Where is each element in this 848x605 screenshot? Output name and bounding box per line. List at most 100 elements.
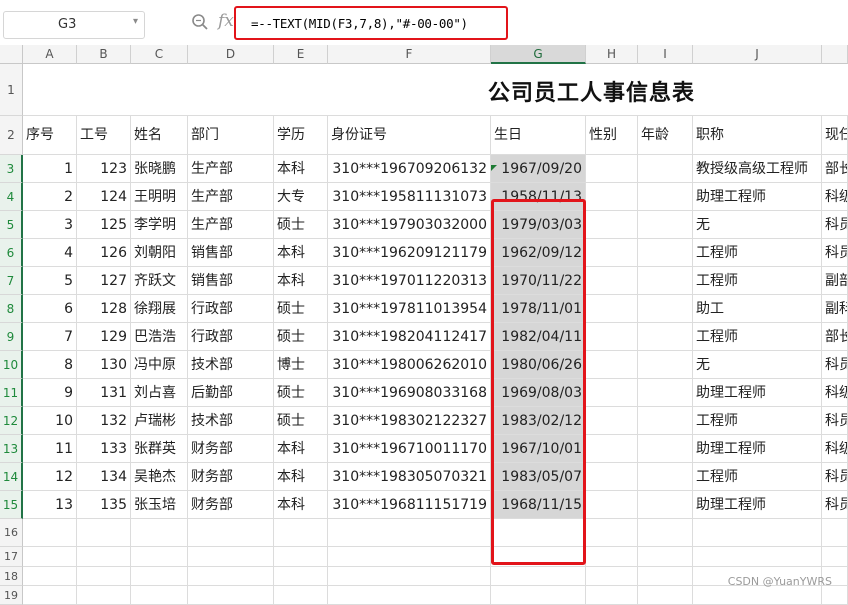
- column-title-cell[interactable]: 序号: [23, 116, 77, 155]
- data-cell[interactable]: 刘占喜: [131, 379, 188, 407]
- birthday-cell[interactable]: 1983/05/07: [491, 463, 586, 491]
- data-cell[interactable]: 131: [77, 379, 131, 407]
- birthday-cell[interactable]: 1967/09/20: [491, 155, 586, 183]
- empty-cell[interactable]: [131, 547, 188, 567]
- data-cell[interactable]: 硕士: [274, 379, 328, 407]
- data-cell[interactable]: 技术部: [188, 407, 274, 435]
- data-cell[interactable]: 310***196710011170: [328, 435, 491, 463]
- data-cell[interactable]: 6: [23, 295, 77, 323]
- data-cell[interactable]: 王明明: [131, 183, 188, 211]
- empty-cell[interactable]: [586, 491, 638, 519]
- data-cell[interactable]: 310***197903032000: [328, 211, 491, 239]
- data-cell[interactable]: 部长: [822, 323, 848, 351]
- data-cell[interactable]: 310***196811151719: [328, 491, 491, 519]
- title-row-cell[interactable]: [274, 64, 328, 116]
- row-header[interactable]: 2: [0, 116, 23, 155]
- empty-cell[interactable]: [274, 519, 328, 547]
- data-cell[interactable]: 科员: [822, 491, 848, 519]
- data-cell[interactable]: 助理工程师: [693, 379, 822, 407]
- data-cell[interactable]: 生产部: [188, 211, 274, 239]
- empty-cell[interactable]: [638, 323, 693, 351]
- data-cell[interactable]: 大专: [274, 183, 328, 211]
- data-cell[interactable]: 127: [77, 267, 131, 295]
- data-cell[interactable]: 助理工程师: [693, 435, 822, 463]
- data-cell[interactable]: 助理工程师: [693, 183, 822, 211]
- empty-cell[interactable]: [491, 547, 586, 567]
- empty-cell[interactable]: [586, 351, 638, 379]
- birthday-cell[interactable]: 1982/04/11: [491, 323, 586, 351]
- column-title-cell[interactable]: 生日: [491, 116, 586, 155]
- data-cell[interactable]: 310***198305070321: [328, 463, 491, 491]
- title-row-cell[interactable]: [328, 64, 491, 116]
- empty-cell[interactable]: [328, 567, 491, 586]
- data-cell[interactable]: 工程师: [693, 267, 822, 295]
- data-cell[interactable]: 7: [23, 323, 77, 351]
- data-cell[interactable]: 科级: [822, 435, 848, 463]
- data-cell[interactable]: 副部: [822, 267, 848, 295]
- data-cell[interactable]: 工程师: [693, 463, 822, 491]
- data-cell[interactable]: 科级: [822, 379, 848, 407]
- data-cell[interactable]: 126: [77, 239, 131, 267]
- data-cell[interactable]: 10: [23, 407, 77, 435]
- data-cell[interactable]: 9: [23, 379, 77, 407]
- data-cell[interactable]: 128: [77, 295, 131, 323]
- empty-cell[interactable]: [188, 567, 274, 586]
- data-cell[interactable]: 行政部: [188, 295, 274, 323]
- data-cell[interactable]: 财务部: [188, 463, 274, 491]
- empty-cell[interactable]: [638, 351, 693, 379]
- row-header[interactable]: 9: [0, 323, 23, 351]
- empty-cell[interactable]: [586, 463, 638, 491]
- data-cell[interactable]: 本科: [274, 435, 328, 463]
- data-cell[interactable]: 卢瑞彬: [131, 407, 188, 435]
- column-title-cell[interactable]: 年龄: [638, 116, 693, 155]
- birthday-cell[interactable]: 1958/11/13: [491, 183, 586, 211]
- title-row-cell[interactable]: [491, 64, 586, 116]
- title-row-cell[interactable]: [188, 64, 274, 116]
- birthday-cell[interactable]: 1983/02/12: [491, 407, 586, 435]
- column-header[interactable]: D: [188, 45, 274, 64]
- empty-cell[interactable]: [586, 155, 638, 183]
- data-cell[interactable]: 助工: [693, 295, 822, 323]
- empty-cell[interactable]: [638, 211, 693, 239]
- empty-cell[interactable]: [491, 519, 586, 547]
- column-header[interactable]: I: [638, 45, 693, 64]
- data-cell[interactable]: 工程师: [693, 323, 822, 351]
- data-cell[interactable]: 本科: [274, 491, 328, 519]
- zoom-search-icon[interactable]: [191, 13, 209, 31]
- data-cell[interactable]: 销售部: [188, 267, 274, 295]
- empty-cell[interactable]: [822, 547, 848, 567]
- data-cell[interactable]: 硕士: [274, 407, 328, 435]
- title-row-cell[interactable]: [131, 64, 188, 116]
- data-cell[interactable]: 310***197011220313: [328, 267, 491, 295]
- birthday-cell[interactable]: 1978/11/01: [491, 295, 586, 323]
- data-cell[interactable]: 科员: [822, 351, 848, 379]
- row-header[interactable]: 18: [0, 567, 23, 586]
- empty-cell[interactable]: [638, 463, 693, 491]
- empty-cell[interactable]: [188, 547, 274, 567]
- empty-cell[interactable]: [77, 519, 131, 547]
- data-cell[interactable]: 135: [77, 491, 131, 519]
- row-header[interactable]: 1: [0, 64, 23, 116]
- data-cell[interactable]: 科员: [822, 239, 848, 267]
- empty-cell[interactable]: [131, 519, 188, 547]
- empty-cell[interactable]: [491, 567, 586, 586]
- data-cell[interactable]: 310***196709206132: [328, 155, 491, 183]
- data-cell[interactable]: 本科: [274, 267, 328, 295]
- data-cell[interactable]: 行政部: [188, 323, 274, 351]
- data-cell[interactable]: 310***198204112417: [328, 323, 491, 351]
- empty-cell[interactable]: [638, 407, 693, 435]
- data-cell[interactable]: 博士: [274, 351, 328, 379]
- empty-cell[interactable]: [23, 547, 77, 567]
- data-cell[interactable]: 133: [77, 435, 131, 463]
- data-cell[interactable]: 本科: [274, 239, 328, 267]
- data-cell[interactable]: 3: [23, 211, 77, 239]
- data-cell[interactable]: 吴艳杰: [131, 463, 188, 491]
- data-cell[interactable]: 12: [23, 463, 77, 491]
- birthday-cell[interactable]: 1967/10/01: [491, 435, 586, 463]
- empty-cell[interactable]: [77, 547, 131, 567]
- data-cell[interactable]: 124: [77, 183, 131, 211]
- data-cell[interactable]: 财务部: [188, 491, 274, 519]
- empty-cell[interactable]: [586, 211, 638, 239]
- empty-cell[interactable]: [586, 183, 638, 211]
- data-cell[interactable]: 科员: [822, 211, 848, 239]
